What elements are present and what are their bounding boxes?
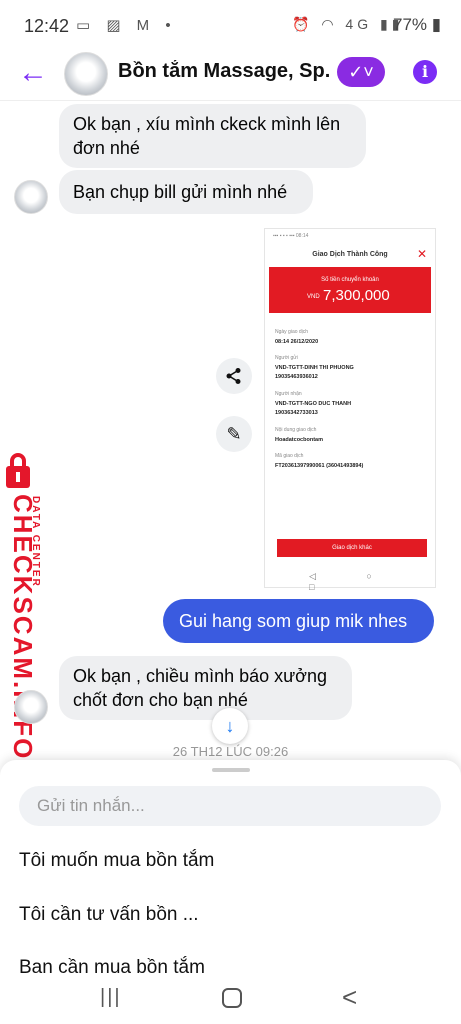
receipt-status-bar: ▪▪▪ ▪ ▪ ▪ ▪▪▪ 08:14 (273, 233, 309, 239)
field-label: Mã giao dịch (275, 453, 304, 459)
chat-header: ← Bồn tắm Massage, Sp... ✓˅ i (0, 50, 461, 101)
contact-avatar[interactable] (64, 52, 108, 96)
clock: 12:42 (24, 16, 70, 36)
field-value: VND-TGTT-NGO DUC THANH (275, 401, 352, 407)
receipt-nav-icons: ◁ ○ □ (309, 571, 396, 592)
suggested-reply[interactable]: Bạn cần mua bồn tắm (19, 957, 205, 974)
recent-apps-icon[interactable]: ||| (100, 986, 122, 1009)
edit-icon[interactable]: ✎ (216, 416, 252, 452)
message-input[interactable] (19, 786, 441, 826)
close-icon: ✕ (416, 247, 427, 261)
field-value: VND-TGTT-DINH THI PHUONG (275, 365, 354, 371)
signal-icons: ⏰ ◠ 4G ▮▮ (292, 16, 404, 32)
check-icon[interactable]: ✓˅ (337, 57, 385, 87)
field-label: Ngày giao dịch (275, 329, 309, 335)
amount-value: 7,300,000 (323, 287, 390, 304)
share-icon[interactable] (216, 358, 252, 394)
watermark-subtext: DATA CENTER (30, 496, 41, 588)
message-bubble-outgoing[interactable]: Gui hang som giup mik nhes (163, 599, 434, 643)
battery-indicator: 77% ▮ (393, 15, 442, 34)
suggestion-sheet: Tôi muốn mua bồn tắm Tôi cần tư vấn bồn … (0, 760, 461, 974)
suggested-reply[interactable]: Tôi cần tư vấn bồn ... (19, 904, 199, 926)
message-bubble-incoming[interactable]: Ok bạn , chiều mình báo xưởng chốt đơn c… (59, 656, 352, 720)
system-nav-bar: ||| < (0, 974, 461, 1024)
field-value: 08:14 26/12/2020 (275, 339, 319, 345)
sender-avatar (14, 180, 48, 214)
back-icon[interactable]: < (342, 982, 357, 1013)
amount-currency: VND (307, 294, 320, 300)
sender-avatar (14, 690, 48, 724)
chat-title[interactable]: Bồn tắm Massage, Sp... (118, 60, 330, 83)
field-value: FT20361397990061 (36041493894) (275, 463, 364, 469)
field-label: Người nhận (275, 391, 302, 397)
field-label: Nội dung giao dịch (275, 427, 317, 433)
home-icon[interactable] (222, 988, 242, 1008)
message-bubble-incoming[interactable]: Bạn chụp bill gửi mình nhé (59, 170, 313, 214)
status-bar: 12:42 ▭ ▨ M • ⏰ ◠ 4G ▮▮ 77% ▮ (0, 0, 461, 50)
lock-icon (6, 453, 30, 488)
scroll-down-icon[interactable]: ↓ (212, 708, 248, 744)
receipt-image[interactable]: ▪▪▪ ▪ ▪ ▪ ▪▪▪ 08:14 Giao Dịch Thành Công… (264, 228, 436, 592)
receipt-title: Giao Dịch Thành Công (312, 251, 388, 258)
receipt-other-transaction-button: Giao dịch khác (277, 539, 427, 557)
amount-label: Số tiền chuyển khoản (321, 277, 379, 283)
message-timestamp: 26 TH12 LÚC 09:26 (172, 744, 289, 758)
sheet-drag-handle[interactable] (212, 768, 250, 772)
field-value: 19035463936012 (275, 374, 318, 380)
field-value: 19036342733013 (275, 410, 318, 416)
suggested-reply[interactable]: Tôi muốn mua bồn tắm (19, 850, 214, 872)
info-icon[interactable]: i (413, 60, 437, 84)
back-arrow-icon[interactable]: ← (18, 58, 48, 88)
message-bubble-incoming[interactable]: Ok bạn , xíu mình ckeck mình lên đơn nhé (59, 104, 366, 168)
notification-icons: ▭ ▨ M • (76, 17, 177, 34)
field-label: Người gửi (275, 355, 298, 361)
field-value: Hoadatcocbontam (275, 437, 323, 443)
receipt-amount-box: Số tiền chuyển khoản VND 7,300,000 (269, 267, 431, 313)
